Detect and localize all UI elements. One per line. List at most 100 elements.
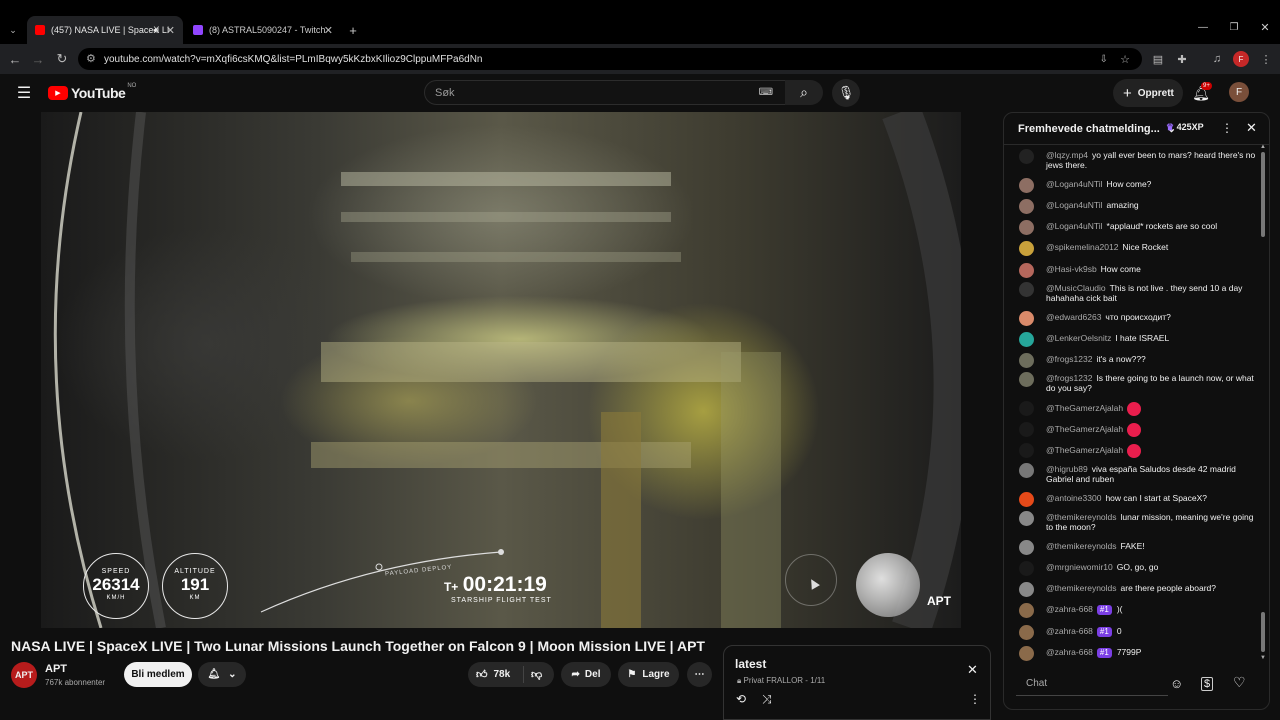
shuffle-icon[interactable]: ⤨	[762, 692, 772, 707]
chat-avatar[interactable]	[1019, 625, 1034, 640]
chat-author[interactable]: @TheGamerzAjalah	[1046, 424, 1123, 434]
close-tab-icon[interactable]: ✕	[166, 24, 175, 37]
chat-author[interactable]: @MusicClaudio	[1046, 283, 1106, 293]
chat-author[interactable]: @LenkerOelsnitz	[1046, 333, 1111, 343]
chat-avatar[interactable]	[1019, 199, 1034, 214]
chat-scrollbar-thumb[interactable]	[1261, 612, 1265, 652]
chat-message-list[interactable]: @lqzy.mp4 yo yall ever been to mars? hear…	[1004, 147, 1266, 667]
restore-icon[interactable]: ❐	[1227, 20, 1241, 34]
chat-author[interactable]: @higrub89	[1046, 464, 1088, 474]
chat-author[interactable]: @zahra-668	[1046, 604, 1093, 614]
chat-author[interactable]: @themikereynolds	[1046, 583, 1117, 593]
chat-author[interactable]: @mrgniewomir10	[1046, 562, 1113, 572]
search-button-icon[interactable]: ⌕	[785, 80, 823, 105]
like-button[interactable]: 👍︎ 78k	[468, 666, 524, 683]
chat-avatar[interactable]	[1019, 511, 1034, 526]
chat-avatar[interactable]	[1019, 311, 1034, 326]
chat-avatar[interactable]	[1019, 282, 1034, 297]
emoji-icon[interactable]: ☺	[1170, 676, 1183, 691]
chat-avatar[interactable]	[1019, 561, 1034, 576]
chat-author[interactable]: @edward6263	[1046, 312, 1101, 322]
browser-menu-icon[interactable]: ⋮	[1256, 44, 1276, 74]
scroll-down-icon[interactable]: ▼	[1260, 655, 1266, 661]
chat-avatar[interactable]	[1019, 401, 1034, 416]
bookmark-star-icon[interactable]: ☆	[1120, 53, 1130, 66]
chat-avatar[interactable]	[1019, 582, 1034, 597]
chat-author[interactable]: @TheGamerzAjalah	[1046, 403, 1123, 413]
keyboard-icon[interactable]: ⌨	[759, 87, 773, 98]
heart-icon[interactable]: ♡	[1233, 674, 1246, 691]
chat-avatar[interactable]	[1019, 149, 1034, 164]
chat-author[interactable]: @zahra-668	[1046, 647, 1093, 657]
join-button[interactable]: Bli medlem	[124, 662, 192, 687]
minimize-icon[interactable]: —	[1196, 20, 1210, 34]
more-actions-icon[interactable]: ⋯	[687, 662, 712, 687]
back-icon[interactable]: ←	[3, 44, 27, 74]
chat-avatar[interactable]	[1019, 220, 1034, 235]
chat-author[interactable]: @frogs1232	[1046, 373, 1092, 383]
super-chat-icon[interactable]: $	[1201, 677, 1214, 691]
chat-author[interactable]: @spikemelina2012	[1046, 242, 1118, 252]
chat-menu-icon[interactable]: ⋮	[1221, 121, 1233, 135]
profile-avatar-icon[interactable]: F	[1233, 51, 1249, 67]
thumbs-down-icon[interactable]: 👎︎	[524, 668, 542, 681]
chat-mode-selector[interactable]: Fremhevede chatmelding... ⌄	[1018, 122, 1176, 135]
create-button[interactable]: + Opprett	[1113, 79, 1183, 107]
close-chat-icon[interactable]: ✕	[1246, 120, 1257, 136]
close-window-icon[interactable]: ✕	[1258, 20, 1272, 34]
puzzle-extensions-icon[interactable]: ✚	[1172, 44, 1192, 74]
chat-author[interactable]: @TheGamerzAjalah	[1046, 445, 1123, 455]
chat-avatar[interactable]	[1019, 646, 1034, 661]
chat-avatar[interactable]	[1019, 463, 1034, 478]
playlist-title[interactable]: latest	[735, 657, 766, 671]
extension-icon[interactable]: ▤	[1148, 44, 1168, 74]
url-field[interactable]: ⚙︎ youtube.com/watch?v=mXqfi6csKMQ&list=…	[78, 48, 1142, 70]
new-tab-icon[interactable]: +	[345, 22, 361, 38]
channel-name[interactable]: APT	[45, 663, 67, 675]
chat-author[interactable]: @Hasi-vk9sb	[1046, 264, 1097, 274]
chat-avatar[interactable]	[1019, 372, 1034, 387]
notification-subscribe-button[interactable]: 🔔︎ ⌄	[198, 662, 246, 687]
playlist-menu-icon[interactable]: ⋮	[969, 692, 981, 706]
chat-avatar[interactable]	[1019, 353, 1034, 368]
chat-author[interactable]: @themikereynolds	[1046, 541, 1117, 551]
install-icon[interactable]: ⇩	[1100, 54, 1108, 65]
tab-search-chevron-icon[interactable]: ⌄	[5, 22, 21, 38]
channel-avatar[interactable]: APT	[11, 662, 37, 688]
hamburger-menu-icon[interactable]: ☰	[14, 83, 34, 103]
chat-avatar[interactable]	[1019, 492, 1034, 507]
tab-youtube[interactable]: (457) NASA LIVE | SpaceX LI 🔊︎ ✕	[27, 16, 183, 44]
chat-author[interactable]: @zahra-668	[1046, 626, 1093, 636]
forward-icon[interactable]: →	[26, 44, 50, 74]
microphone-icon[interactable]: 🎙︎	[832, 79, 860, 107]
chat-avatar[interactable]	[1019, 241, 1034, 256]
chat-avatar[interactable]	[1019, 178, 1034, 193]
chat-avatar[interactable]	[1019, 443, 1034, 458]
chat-avatar[interactable]	[1019, 332, 1034, 347]
chat-author[interactable]: @Logan4uNTil	[1046, 221, 1103, 231]
site-info-icon[interactable]: ⚙︎	[86, 52, 96, 65]
chat-author[interactable]: @Logan4uNTil	[1046, 179, 1103, 189]
loop-icon[interactable]: ⟲	[736, 692, 746, 706]
youtube-logo[interactable]: ▶ YouTube NO	[48, 83, 136, 101]
account-avatar[interactable]: F	[1229, 82, 1249, 102]
tab-twitch[interactable]: (8) ASTRAL5090247 - Twitch ✕	[185, 16, 341, 44]
video-player[interactable]: SPEED 26314 KM/H ALTITUDE 191 KM PAYLOAD…	[41, 112, 961, 628]
scroll-up-icon[interactable]: ▲	[1260, 144, 1266, 150]
close-tab-icon[interactable]: ✕	[324, 24, 333, 37]
chat-author[interactable]: @frogs1232	[1046, 354, 1092, 364]
chat-avatar[interactable]	[1019, 603, 1034, 618]
chat-author[interactable]: @lqzy.mp4	[1046, 150, 1088, 160]
chat-avatar[interactable]	[1019, 540, 1034, 555]
chat-scrollbar[interactable]	[1261, 152, 1265, 237]
chat-avatar[interactable]	[1019, 263, 1034, 278]
chat-input[interactable]: Chat	[1016, 672, 1168, 696]
share-button[interactable]: ➦ Del	[561, 662, 611, 687]
chat-author[interactable]: @antoine3300	[1046, 493, 1101, 503]
reload-icon[interactable]: ↻	[50, 44, 74, 74]
chat-author[interactable]: @Logan4uNTil	[1046, 200, 1103, 210]
media-control-icon[interactable]: ♫	[1207, 44, 1227, 74]
search-input[interactable]: Søk ⌨	[424, 80, 786, 105]
save-button[interactable]: ⚑ Lagre	[618, 662, 679, 687]
close-playlist-icon[interactable]: ✕	[967, 662, 978, 678]
